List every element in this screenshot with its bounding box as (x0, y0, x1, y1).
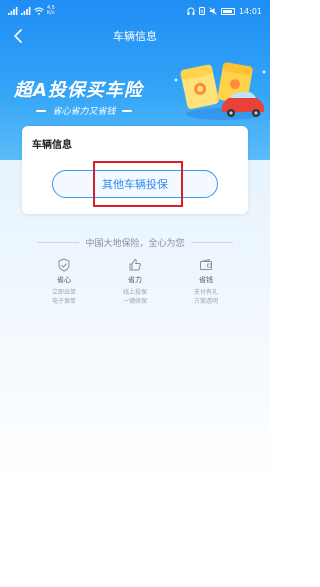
banner-illustration (174, 62, 266, 120)
feature-line: 方案透明 (193, 298, 218, 305)
headphones-icon (187, 7, 195, 15)
slogan-text: 中国大地保险，全心为您 (85, 239, 185, 249)
feature-list: 省心 立即出单 电子保单 省力 线上投保 一键续保 省钱 支付有礼 方案透明 (34, 258, 236, 318)
page-background (0, 160, 270, 587)
battery-icon (220, 7, 235, 15)
card-title: 车辆信息 (32, 140, 72, 151)
divider (36, 109, 47, 112)
feature-line: 线上投保 (122, 289, 147, 296)
feature-title: 省力 (128, 276, 142, 284)
status-right: N 14:01 (187, 7, 262, 16)
banner-subtitle-text: 省心省力又省钱 (52, 107, 116, 117)
wallet-icon (200, 258, 212, 270)
page-title: 车辆信息 (113, 30, 157, 43)
divider (190, 242, 233, 243)
feature-worry-free: 省心 立即出单 电子保单 (34, 258, 94, 318)
banner-title: 超A投保买车险 (14, 80, 143, 101)
feature-title: 省钱 (199, 276, 213, 284)
banner-subtitle: 省心省力又省钱 (14, 104, 154, 117)
highlight-annotation (93, 161, 183, 207)
feature-effortless: 省力 线上投保 一键续保 (105, 258, 165, 318)
feature-line: 立即出单 (51, 289, 76, 296)
feature-title: 省心 (57, 276, 71, 284)
nav-bar: 车辆信息 (0, 22, 270, 50)
wifi-icon (34, 7, 44, 15)
status-left: 4.5 K/s (8, 6, 57, 16)
promo-banner: 超A投保买车险 省心省力又省钱 (0, 58, 270, 128)
network-speed: 4.5 K/s (47, 5, 55, 16)
divider (37, 242, 80, 243)
back-button[interactable] (8, 26, 28, 46)
thumb-icon (129, 258, 141, 271)
feature-save-money: 省钱 支付有礼 方案透明 (176, 258, 236, 318)
shield-icon (58, 258, 70, 272)
chevron-left-icon (13, 29, 22, 43)
feature-line: 支付有礼 (193, 289, 218, 296)
feature-line: 一键续保 (122, 298, 147, 305)
status-bar: 4.5 K/s N 14:01 (0, 0, 270, 22)
divider (121, 109, 132, 112)
slogan: 中国大地保险，全心为您 (0, 236, 270, 249)
svg-text:N: N (200, 9, 203, 14)
status-time: 14:01 (238, 6, 262, 16)
signal-icon-2 (21, 7, 31, 15)
nfc-icon: N (198, 7, 205, 15)
mute-icon (209, 7, 217, 15)
feature-line: 电子保单 (51, 298, 76, 305)
signal-icon (8, 7, 18, 15)
